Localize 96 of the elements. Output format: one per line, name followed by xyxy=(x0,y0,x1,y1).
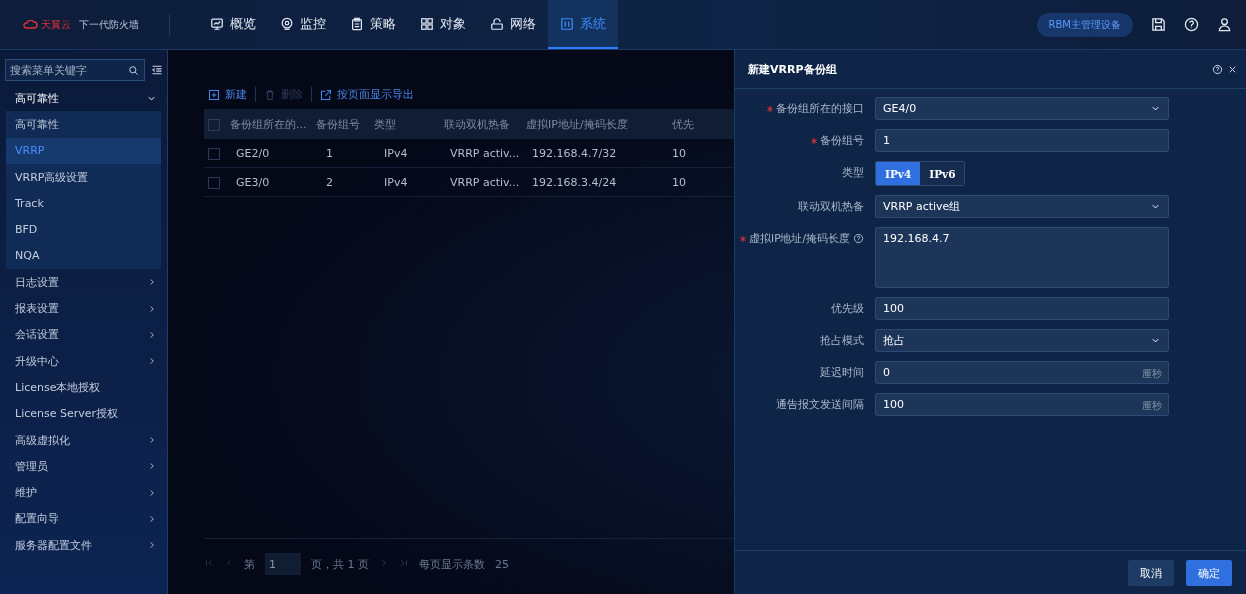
nav-tab[interactable]: 概览 xyxy=(198,0,268,49)
lock-icon xyxy=(490,16,504,31)
unit-label: 厘秒 xyxy=(1142,367,1162,381)
column-header: 类型 xyxy=(374,117,396,131)
nav-tab[interactable]: 对象 xyxy=(408,0,478,49)
table-cell-text: 192.168.3.4/24 xyxy=(531,175,617,189)
export-icon xyxy=(320,88,332,101)
collapse-menu-icon xyxy=(151,64,163,76)
table-cell-text: 2 xyxy=(325,175,333,189)
menu-group[interactable]: 高可靠性 xyxy=(0,85,167,112)
table-cell-text: 192.168.4.7/32 xyxy=(531,146,617,160)
table-cell-text: VRRP activ... xyxy=(449,146,520,160)
select-field[interactable]: VRRP active组 xyxy=(875,195,1169,218)
table-cell-text: IPv4 xyxy=(383,175,408,189)
menu-item[interactable]: NQA xyxy=(6,242,161,270)
page-prefix: 第 xyxy=(244,556,255,572)
column-header: 联动双机热备 xyxy=(444,117,510,131)
menu-item[interactable]: License Server授权 xyxy=(0,400,167,427)
field-label: 虚拟IP地址/掩码长度 xyxy=(749,231,850,246)
brand-logo: 天翼云 xyxy=(22,17,71,32)
menu-group[interactable]: 升级中心 xyxy=(0,347,167,375)
menu-group[interactable]: 报表设置 xyxy=(0,295,167,322)
column-header: 备份组所在的... xyxy=(230,117,307,131)
page-input[interactable]: 1 xyxy=(265,553,301,575)
select-field[interactable]: 抢占 xyxy=(875,329,1169,352)
menu-item[interactable]: 高可靠性 xyxy=(6,111,161,138)
save-icon xyxy=(1151,17,1166,32)
select-field[interactable]: GE4/0 xyxy=(875,97,1169,120)
drawer-title: 新建VRRP备份组 xyxy=(748,61,837,77)
segment-option[interactable]: IPv6 xyxy=(920,162,965,185)
device-badge[interactable]: RBM主管理设备 xyxy=(1036,12,1133,37)
clipboard-icon xyxy=(350,16,364,31)
column-header: 优先 xyxy=(672,117,694,131)
panel-icon xyxy=(560,16,574,31)
row-checkbox[interactable] xyxy=(208,176,220,189)
target-icon xyxy=(280,16,294,31)
select-all-checkbox[interactable] xyxy=(208,118,220,131)
grid-icon xyxy=(420,16,434,31)
segment-option[interactable]: IPv4 xyxy=(876,162,921,185)
row-checkbox[interactable] xyxy=(208,147,220,160)
last-page-icon xyxy=(399,557,409,568)
table-cell-text: VRRP activ... xyxy=(449,175,520,189)
cancel-button[interactable]: 取消 xyxy=(1128,560,1174,586)
search-icon xyxy=(128,65,139,76)
field-label: 优先级 xyxy=(831,301,864,316)
first-page-icon xyxy=(204,557,214,568)
trash-icon xyxy=(264,88,276,101)
field-label: 备份组所在的接口 xyxy=(776,101,864,116)
toolbar-button[interactable]: 新建 xyxy=(208,87,256,102)
menu-group[interactable]: 维护 xyxy=(0,479,167,506)
page-size-select[interactable]: 25 xyxy=(495,557,509,571)
menu-group[interactable]: 服务器配置文件 xyxy=(0,532,167,559)
table-cell: 10 xyxy=(672,175,686,189)
menu-item[interactable]: VRRP xyxy=(6,137,161,164)
nav-tab[interactable]: 系统 xyxy=(548,0,618,49)
column-header: 虚拟IP地址/掩码长度 xyxy=(526,117,628,131)
confirm-button[interactable]: 确定 xyxy=(1186,560,1232,586)
table-cell: 10 xyxy=(672,146,686,160)
help-icon xyxy=(1212,63,1223,75)
product-name: 下一代防火墙 xyxy=(79,17,139,32)
user-icon xyxy=(1217,17,1232,32)
table-cell-text: GE3/0 xyxy=(235,175,270,189)
menu-group[interactable]: 会话设置 xyxy=(0,321,167,348)
help-icon xyxy=(1184,17,1199,32)
table-cell-text: IPv4 xyxy=(383,146,408,160)
input-field[interactable]: 100 xyxy=(875,297,1169,320)
nav-tab[interactable]: 策略 xyxy=(338,0,408,49)
unit-label: 厘秒 xyxy=(1142,399,1162,413)
menu-item[interactable]: VRRP高级设置 xyxy=(6,163,161,191)
add-icon xyxy=(208,88,220,101)
field-label: 备份组号 xyxy=(820,133,864,148)
input-field[interactable]: 1 xyxy=(875,129,1169,152)
nav-tab[interactable]: 网络 xyxy=(478,0,548,49)
menu-item[interactable]: Track xyxy=(6,190,161,217)
field-label: 联动双机热备 xyxy=(798,199,864,214)
field-label: 类型 xyxy=(842,165,864,180)
textarea-field[interactable]: 192.168.4.7 xyxy=(875,227,1169,288)
table-cell-text: GE2/0 xyxy=(235,146,270,160)
menu-group[interactable]: 配置向导 xyxy=(0,505,167,533)
help-icon[interactable] xyxy=(853,233,864,244)
toolbar-button[interactable]: 按页面显示导出 xyxy=(312,87,422,102)
field-label: 通告报文发送间隔 xyxy=(776,397,864,412)
nav-tab[interactable]: 监控 xyxy=(268,0,338,49)
field-label: 延迟时间 xyxy=(820,365,864,380)
monitor-icon xyxy=(210,16,224,31)
menu-group[interactable]: 日志设置 xyxy=(0,269,167,296)
field-label: 抢占模式 xyxy=(820,333,864,348)
column-header: 备份组号 xyxy=(316,117,360,131)
menu-item[interactable]: License本地授权 xyxy=(0,374,167,401)
search-field[interactable]: 搜索菜单关键字 xyxy=(5,59,145,81)
menu-item[interactable]: BFD xyxy=(6,216,161,243)
menu-group[interactable]: 管理员 xyxy=(0,453,167,480)
page-total: 页，共 1 页 xyxy=(311,556,369,572)
table-cell-text: 1 xyxy=(325,146,333,160)
page-size-label: 每页显示条数 xyxy=(419,556,485,572)
menu-group[interactable]: 高级虚拟化 xyxy=(0,426,167,454)
